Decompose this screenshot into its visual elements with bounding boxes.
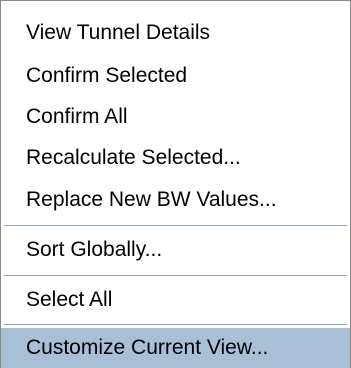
menu-item-sort-globally[interactable]: Sort Globally... [1, 230, 350, 270]
menu-separator [4, 324, 347, 326]
menu-separator [4, 275, 347, 277]
menu-separator [4, 225, 347, 227]
menu-item-recalculate-selected[interactable]: Recalculate Selected... [1, 138, 350, 178]
context-menu: View Tunnel Details Confirm Selected Con… [0, 0, 351, 368]
menu-item-replace-new-bw-values[interactable]: Replace New BW Values... [1, 180, 350, 220]
menu-item-confirm-selected[interactable]: Confirm Selected [1, 56, 350, 96]
menu-item-confirm-all[interactable]: Confirm All [1, 97, 350, 137]
menu-item-select-all[interactable]: Select All [1, 280, 350, 320]
menu-item-view-tunnel-details[interactable]: View Tunnel Details [1, 13, 350, 53]
menu-item-customize-current-view[interactable]: Customize Current View... [1, 328, 350, 368]
